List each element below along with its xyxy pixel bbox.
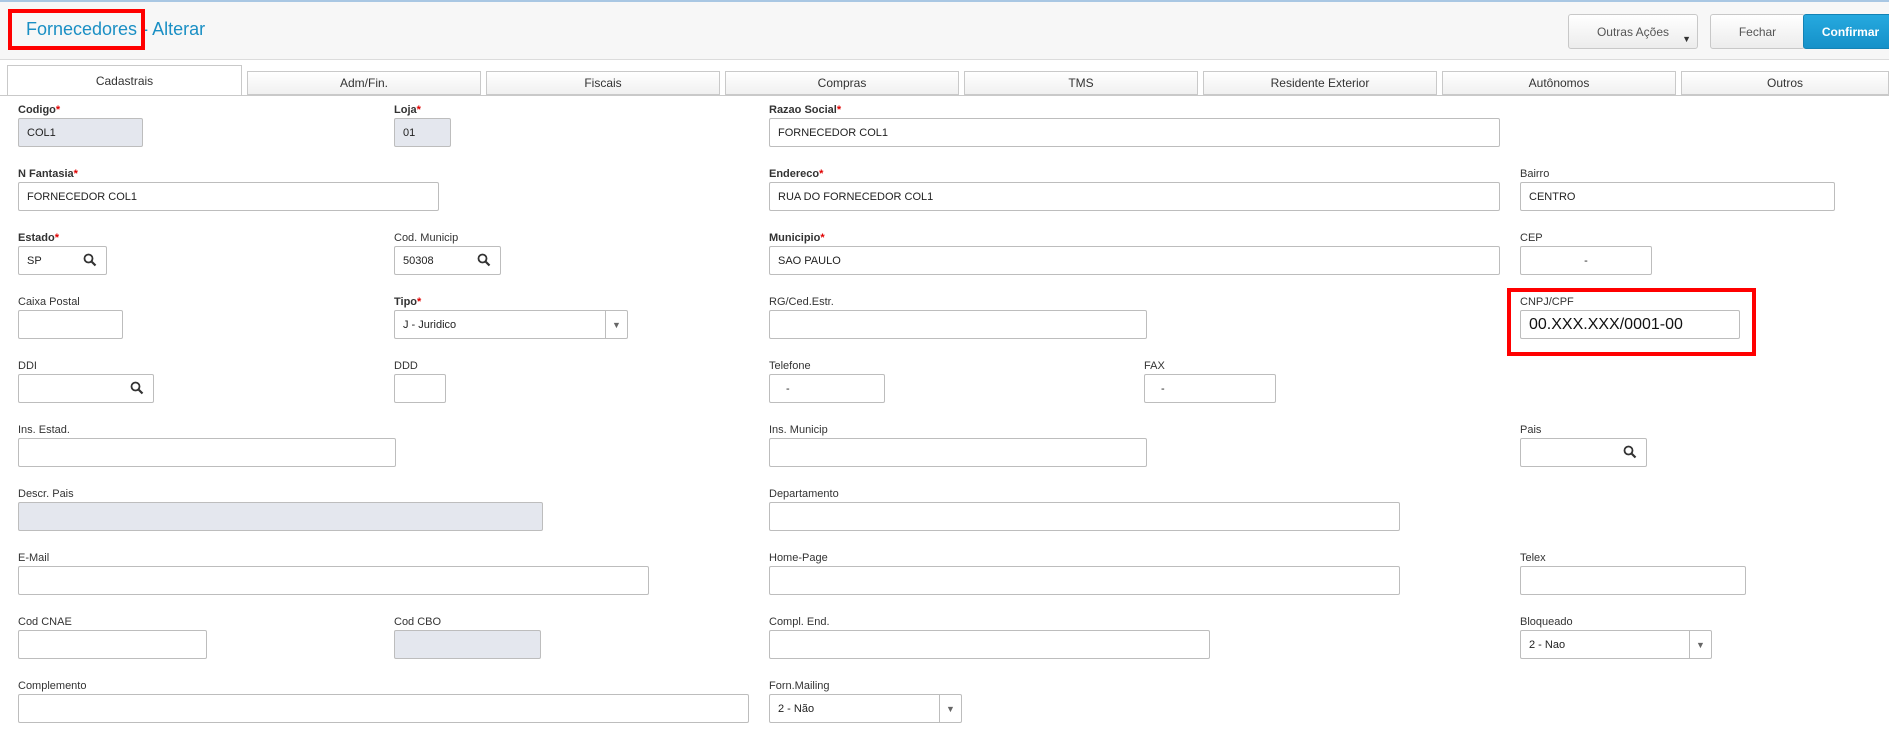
ins-estad-label: Ins. Estad. — [18, 424, 70, 436]
descr-pais-label: Descr. Pais — [18, 488, 74, 500]
chevron-down-icon[interactable]: ▼ — [939, 695, 961, 722]
home-page-field[interactable] — [769, 566, 1400, 595]
tab-adm-fin[interactable]: Adm/Fin. — [247, 71, 481, 95]
codigo-field[interactable]: COL1 — [18, 118, 143, 147]
pais-label: Pais — [1520, 424, 1542, 436]
compl-end-field[interactable] — [769, 630, 1210, 659]
ins-municip-field[interactable] — [769, 438, 1147, 467]
close-button-label: Fechar — [1738, 24, 1777, 39]
tab-compras[interactable]: Compras — [725, 71, 959, 95]
endereco-label: Endereco* — [769, 168, 824, 180]
fax-label: FAX — [1144, 360, 1165, 372]
tab-cadastrais[interactable]: Cadastrais — [7, 65, 242, 96]
cep-label: CEP — [1520, 232, 1543, 244]
chevron-down-icon: ▼ — [1682, 34, 1691, 44]
cod-municip-field[interactable]: 50308 — [394, 246, 501, 275]
tipo-select[interactable]: J - Juridico ▼ — [394, 310, 628, 339]
bloqueado-label: Bloqueado — [1520, 616, 1573, 628]
forn-mailing-label: Forn.Mailing — [769, 680, 830, 692]
complemento-field[interactable] — [18, 694, 749, 723]
caixa-postal-label: Caixa Postal — [18, 296, 80, 308]
cod-municip-label: Cod. Municip — [394, 232, 459, 244]
page-title-action: Alterar — [152, 19, 206, 39]
municipio-field[interactable]: SAO PAULO — [769, 246, 1500, 275]
estado-field[interactable]: SP — [18, 246, 107, 275]
cod-cnae-field[interactable] — [18, 630, 207, 659]
ddd-field[interactable] — [394, 374, 446, 403]
page-header: Fornecedores - Alterar Outras Ações ▼ Fe… — [0, 2, 1889, 60]
other-actions-button[interactable]: Outras Ações ▼ — [1568, 14, 1698, 49]
cep-field[interactable]: - — [1520, 246, 1652, 275]
n-fantasia-field[interactable]: FORNECEDOR COL1 — [18, 182, 439, 211]
loja-field[interactable]: 01 — [394, 118, 451, 147]
tab-outros[interactable]: Outros — [1681, 71, 1889, 95]
search-icon[interactable] — [1623, 445, 1637, 459]
cod-cbo-label: Cod CBO — [394, 616, 442, 628]
loja-label: Loja* — [394, 104, 421, 116]
tab-tms[interactable]: TMS — [964, 71, 1198, 95]
bairro-label: Bairro — [1520, 168, 1550, 180]
ddi-field[interactable] — [18, 374, 154, 403]
ins-estad-field[interactable] — [18, 438, 396, 467]
title-highlight-box — [8, 9, 145, 50]
departamento-label: Departamento — [769, 488, 839, 500]
descr-pais-field[interactable] — [18, 502, 543, 531]
other-actions-label: Outras Ações — [1596, 24, 1670, 39]
razao-social-field[interactable]: FORNECEDOR COL1 — [769, 118, 1500, 147]
telefone-label: Telefone — [769, 360, 811, 372]
email-label: E-Mail — [18, 552, 50, 564]
estado-label: Estado* — [18, 232, 59, 244]
pais-field[interactable] — [1520, 438, 1647, 467]
bairro-field[interactable]: CENTRO — [1520, 182, 1835, 211]
tab-fiscais[interactable]: Fiscais — [486, 71, 720, 95]
ddd-label: DDD — [394, 360, 418, 372]
telex-label: Telex — [1520, 552, 1546, 564]
telex-field[interactable] — [1520, 566, 1746, 595]
rg-ced-estr-label: RG/Ced.Estr. — [769, 296, 834, 308]
cod-cbo-field[interactable] — [394, 630, 541, 659]
home-page-label: Home-Page — [769, 552, 828, 564]
tab-bar: Cadastrais Adm/Fin. Fiscais Compras TMS … — [0, 63, 1889, 96]
telefone-field[interactable]: - — [769, 374, 885, 403]
cod-cnae-label: Cod CNAE — [18, 616, 72, 628]
close-button[interactable]: Fechar — [1710, 14, 1805, 49]
confirm-button-label: Confirmar — [1821, 24, 1880, 39]
cnpj-cpf-field[interactable]: 00.XXX.XXX/0001-00 — [1520, 310, 1740, 339]
departamento-field[interactable] — [769, 502, 1400, 531]
tab-content-border — [0, 95, 1889, 96]
tab-autonomos[interactable]: Autônomos — [1442, 71, 1676, 95]
complemento-label: Complemento — [18, 680, 87, 692]
cnpj-cpf-label: CNPJ/CPF — [1520, 296, 1574, 308]
tipo-label: Tipo* — [394, 296, 422, 308]
search-icon[interactable] — [130, 381, 144, 395]
chevron-down-icon[interactable]: ▼ — [1689, 631, 1711, 658]
razao-social-label: Razao Social* — [769, 104, 842, 116]
codigo-label: Codigo* — [18, 104, 61, 116]
search-icon[interactable] — [477, 253, 491, 267]
compl-end-label: Compl. End. — [769, 616, 830, 628]
municipio-label: Municipio* — [769, 232, 825, 244]
n-fantasia-label: N Fantasia* — [18, 168, 78, 180]
fax-field[interactable]: - — [1144, 374, 1276, 403]
caixa-postal-field[interactable] — [18, 310, 123, 339]
forn-mailing-select[interactable]: 2 - Não ▼ — [769, 694, 962, 723]
bloqueado-select[interactable]: 2 - Nao ▼ — [1520, 630, 1712, 659]
chevron-down-icon[interactable]: ▼ — [605, 311, 627, 338]
search-icon[interactable] — [83, 253, 97, 267]
tab-residente-exterior[interactable]: Residente Exterior — [1203, 71, 1437, 95]
rg-ced-estr-field[interactable] — [769, 310, 1147, 339]
ins-municip-label: Ins. Municip — [769, 424, 828, 436]
ddi-label: DDI — [18, 360, 37, 372]
endereco-field[interactable]: RUA DO FORNECEDOR COL1 — [769, 182, 1500, 211]
confirm-button[interactable]: Confirmar — [1803, 14, 1889, 49]
email-field[interactable] — [18, 566, 649, 595]
